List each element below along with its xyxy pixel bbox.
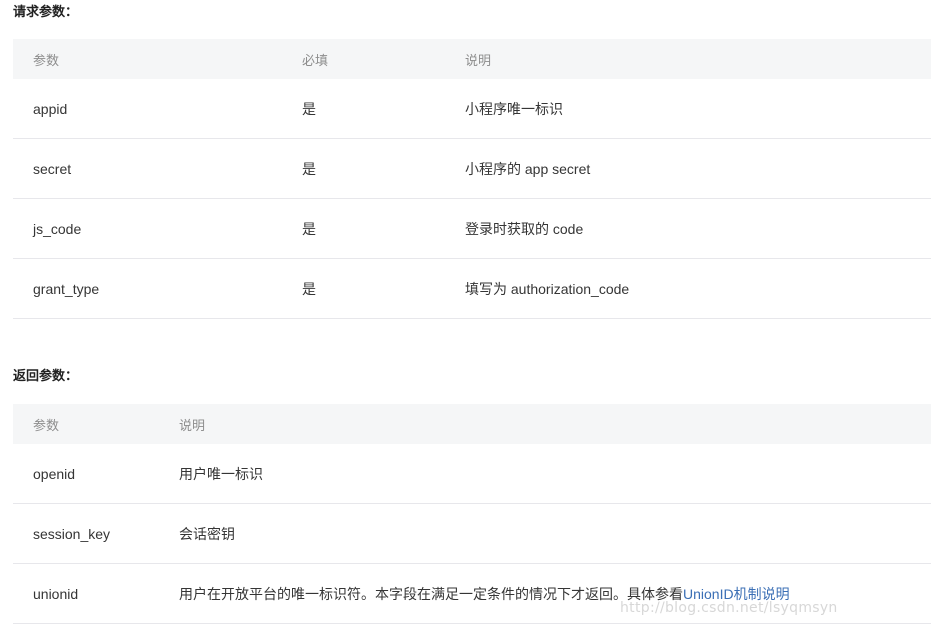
- table-row: js_code 是 登录时获取的 code: [13, 199, 931, 259]
- param-desc: 用户在开放平台的唯一标识符。本字段在满足一定条件的情况下才返回。具体参看: [179, 585, 683, 602]
- param-required: 是: [302, 220, 316, 237]
- param-desc: 填写为 authorization_code: [465, 280, 630, 297]
- header-desc: 说明: [465, 52, 492, 68]
- table-row: appid 是 小程序唯一标识: [13, 79, 931, 139]
- table-row: secret 是 小程序的 app secret: [13, 139, 931, 199]
- table-header-row: 参数 必填 说明: [13, 39, 931, 79]
- watermark-text: http://blog.csdn.net/lsyqmsyn: [620, 600, 838, 616]
- param-desc: 小程序唯一标识: [465, 100, 563, 117]
- param-desc: 用户唯一标识: [179, 465, 263, 482]
- request-params-table: 参数 必填 说明 appid 是 小程序唯一标识 secret 是 小程序的 a…: [13, 39, 931, 319]
- param-required: 是: [302, 100, 316, 117]
- param-name: appid: [33, 100, 68, 117]
- response-params-table: 参数 说明 openid 用户唯一标识 session_key 会话密钥 uni…: [13, 404, 931, 624]
- param-desc: 会话密钥: [179, 525, 235, 542]
- header-required: 必填: [302, 52, 329, 68]
- param-required: 是: [302, 160, 316, 177]
- param-desc: 登录时获取的 code: [465, 220, 584, 237]
- table-row: grant_type 是 填写为 authorization_code: [13, 259, 931, 319]
- param-required: 是: [302, 280, 316, 297]
- table-row: openid 用户唯一标识: [13, 444, 931, 504]
- param-desc: 小程序的 app secret: [465, 160, 591, 177]
- table-row: session_key 会话密钥: [13, 504, 931, 564]
- response-params-title: 返回参数：: [13, 368, 79, 383]
- param-name: session_key: [33, 525, 111, 542]
- header-param: 参数: [33, 52, 60, 68]
- header-param: 参数: [33, 417, 60, 433]
- param-name: openid: [33, 465, 76, 482]
- table-header-row: 参数 说明: [13, 404, 931, 444]
- param-name: js_code: [33, 220, 82, 237]
- param-name: secret: [33, 160, 72, 177]
- request-params-title: 请求参数：: [13, 4, 79, 19]
- header-desc: 说明: [179, 417, 206, 433]
- param-name: grant_type: [33, 280, 100, 297]
- param-name: unionid: [33, 585, 79, 602]
